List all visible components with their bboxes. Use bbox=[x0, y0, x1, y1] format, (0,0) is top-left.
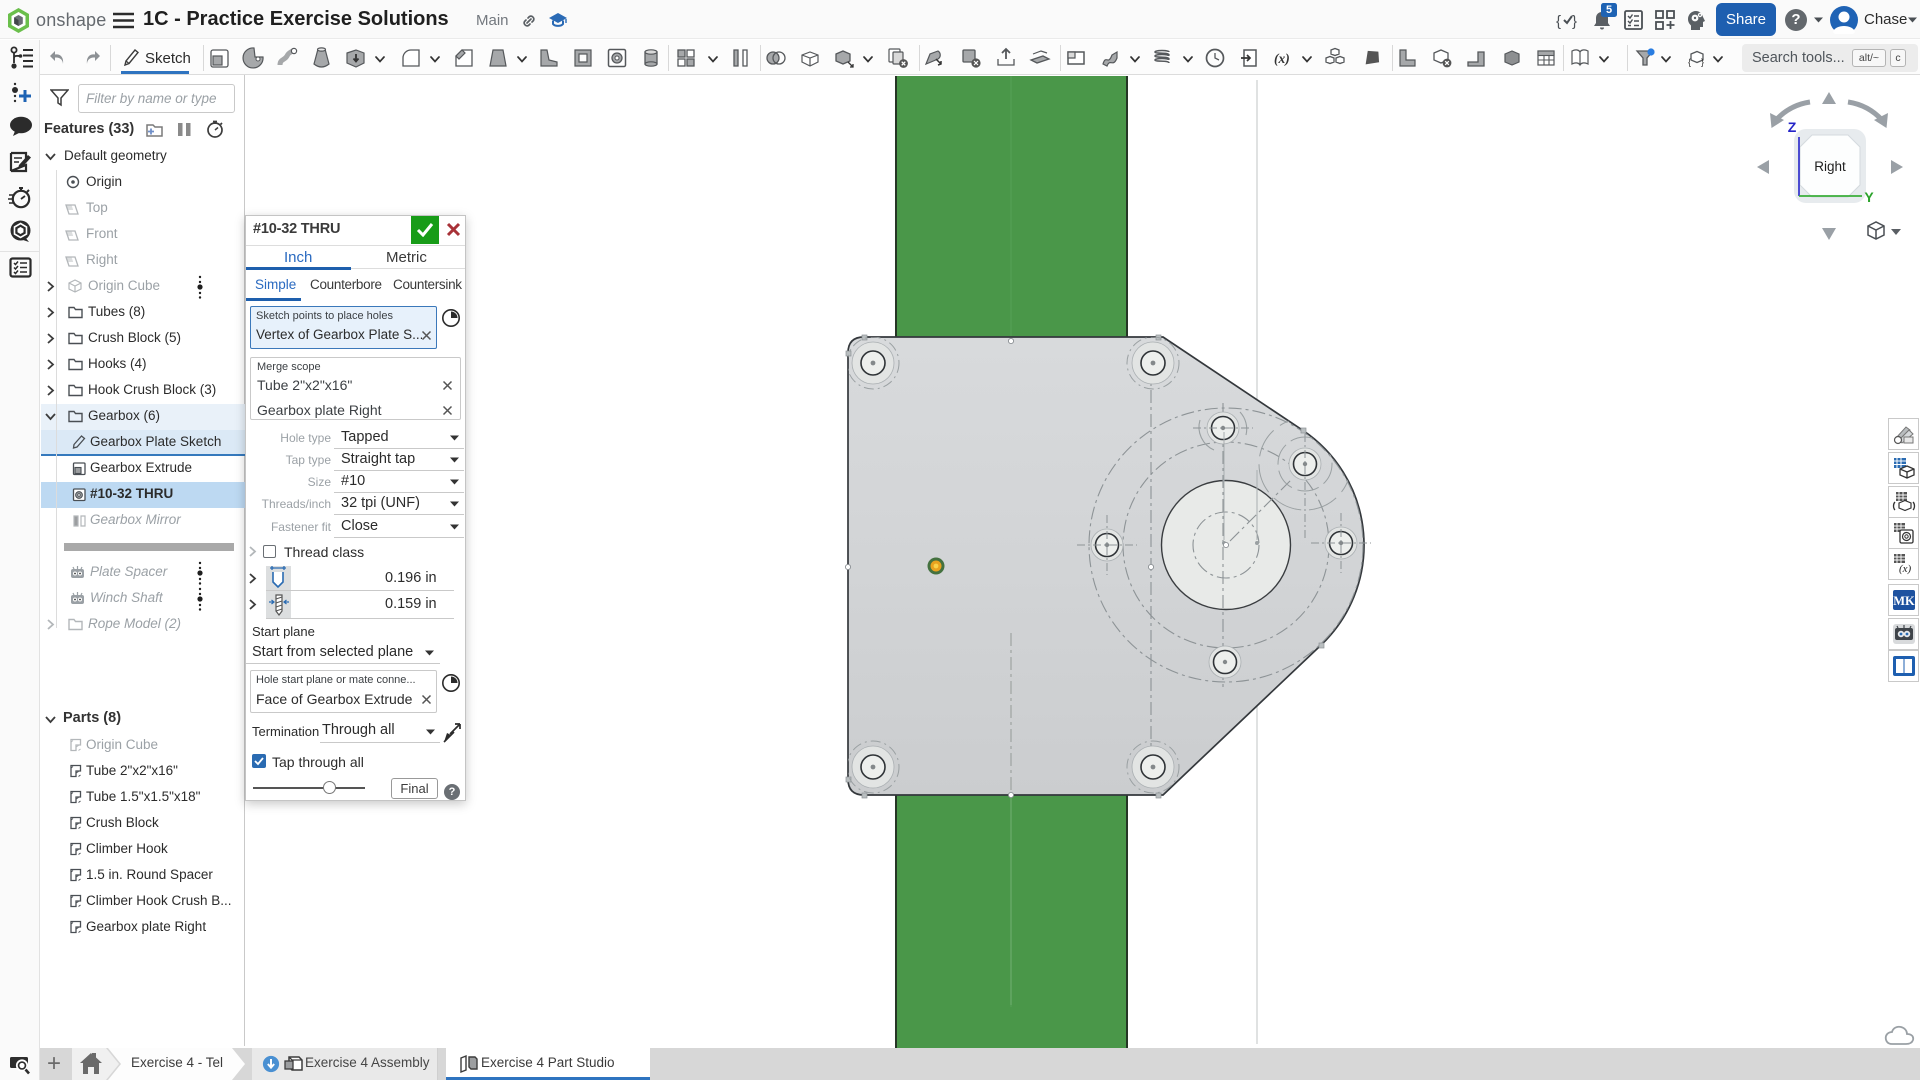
svg-text:(x): (x) bbox=[1899, 563, 1912, 575]
svg-text:Z: Z bbox=[1788, 119, 1797, 135]
svg-text:Right: Right bbox=[1814, 159, 1846, 174]
svg-text:{: { bbox=[1556, 13, 1561, 30]
svg-text:}: } bbox=[1572, 13, 1577, 30]
svg-text:Y: Y bbox=[1864, 189, 1874, 205]
svg-text:MK: MK bbox=[1893, 594, 1915, 608]
